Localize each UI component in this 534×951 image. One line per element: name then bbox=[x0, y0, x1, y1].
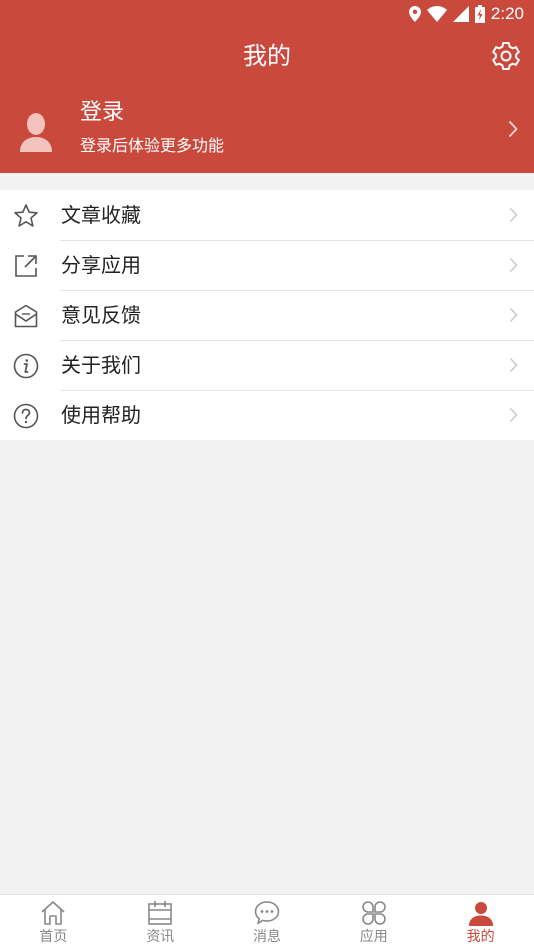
chevron-right-icon bbox=[509, 207, 518, 223]
menu-item-label: 文章收藏 bbox=[61, 203, 141, 227]
login-subtitle: 登录后体验更多功能 bbox=[80, 136, 225, 155]
tab-label: 应用 bbox=[359, 929, 388, 945]
login-row[interactable]: 登录 登录后体验更多功能 bbox=[0, 88, 534, 173]
status-icons: 2:20 bbox=[408, 4, 524, 24]
tab-apps[interactable]: 应用 bbox=[320, 895, 427, 951]
tab-news[interactable]: 资讯 bbox=[107, 895, 214, 951]
chevron-right-icon bbox=[509, 257, 518, 273]
app-bar: 我的 bbox=[0, 28, 534, 88]
signal-icon bbox=[452, 6, 469, 22]
tab-mine[interactable]: 我的 bbox=[427, 895, 534, 951]
location-icon bbox=[408, 6, 421, 22]
menu-item-feedback[interactable]: 意见反馈 bbox=[0, 290, 534, 340]
page-title: 我的 bbox=[243, 42, 291, 70]
menu-item-help[interactable]: 使用帮助 bbox=[0, 390, 534, 440]
menu-item-label: 使用帮助 bbox=[61, 403, 141, 427]
menu-item-label: 关于我们 bbox=[61, 353, 141, 377]
mail-icon bbox=[14, 304, 38, 328]
login-title: 登录 bbox=[80, 100, 125, 125]
status-time: 2:20 bbox=[490, 4, 524, 23]
tab-label: 消息 bbox=[252, 929, 281, 945]
share-icon bbox=[15, 255, 37, 277]
wifi-icon bbox=[426, 6, 447, 22]
bottom-tab-bar: 首页 资讯 消息 应用 我的 bbox=[0, 894, 534, 951]
gear-icon bbox=[492, 42, 520, 70]
tab-label: 我的 bbox=[466, 929, 495, 945]
apps-icon bbox=[362, 901, 386, 925]
chevron-right-icon bbox=[509, 307, 518, 323]
menu-item-label: 意见反馈 bbox=[61, 303, 141, 327]
tab-messages[interactable]: 消息 bbox=[214, 895, 321, 951]
menu-item-about[interactable]: 关于我们 bbox=[0, 340, 534, 390]
info-icon bbox=[13, 353, 39, 379]
menu-item-share[interactable]: 分享应用 bbox=[0, 240, 534, 290]
status-bar: 2:20 bbox=[0, 0, 534, 28]
tab-home[interactable]: 首页 bbox=[0, 895, 107, 951]
battery-charging-icon bbox=[474, 5, 485, 23]
menu-item-favorites[interactable]: 文章收藏 bbox=[0, 190, 534, 240]
avatar-icon bbox=[20, 113, 52, 152]
tab-label: 首页 bbox=[39, 929, 68, 945]
chevron-right-icon bbox=[508, 120, 518, 138]
star-icon bbox=[14, 204, 38, 227]
calendar-icon bbox=[148, 901, 172, 925]
menu-item-label: 分享应用 bbox=[61, 253, 141, 277]
chat-icon bbox=[254, 901, 280, 925]
tab-label: 资讯 bbox=[146, 929, 175, 945]
home-icon bbox=[41, 901, 65, 925]
help-icon bbox=[13, 403, 39, 429]
chevron-right-icon bbox=[509, 407, 518, 423]
chevron-right-icon bbox=[509, 357, 518, 373]
person-icon bbox=[468, 902, 493, 926]
settings-button[interactable] bbox=[490, 40, 522, 72]
settings-menu: 文章收藏 分享应用 意见反馈 关于我们 使用帮助 bbox=[0, 190, 534, 440]
